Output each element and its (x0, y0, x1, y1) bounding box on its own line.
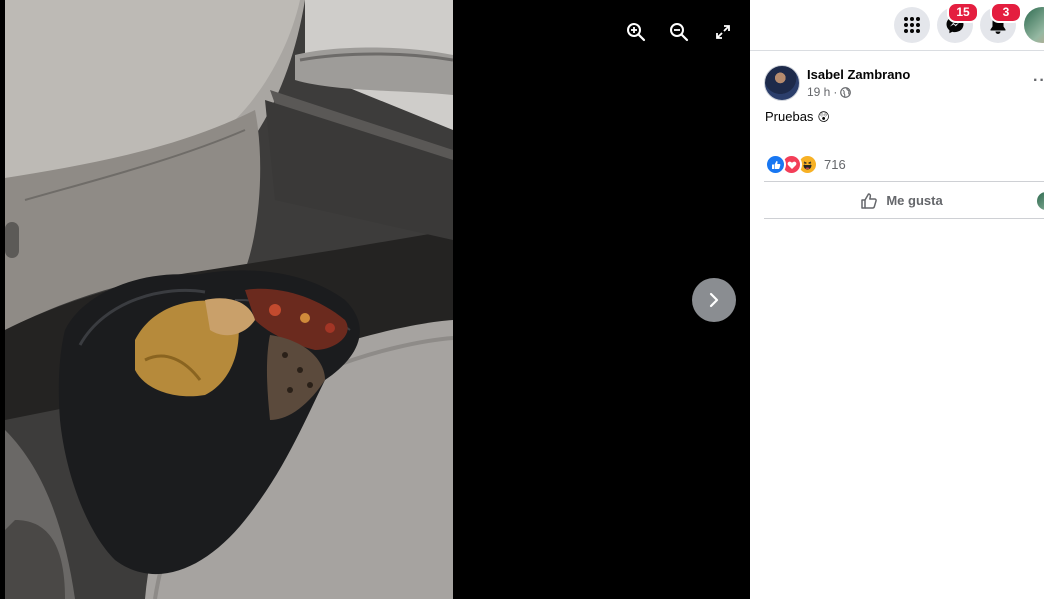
more-options-button[interactable]: ·· (1033, 72, 1044, 90)
post-text: Pruebas (765, 109, 814, 124)
next-photo-button[interactable] (692, 278, 736, 322)
post-time[interactable]: 19 h (807, 85, 830, 99)
like-label: Me gusta (886, 193, 943, 208)
account-avatar[interactable] (1024, 7, 1044, 43)
photo-image (5, 0, 453, 599)
zoom-out-icon (670, 23, 689, 42)
zoom-in-button[interactable] (622, 18, 650, 46)
post-meta: 19 h · (807, 85, 852, 99)
fullscreen-icon (716, 25, 730, 39)
like-button[interactable]: Me gusta (764, 184, 1039, 217)
author-avatar[interactable] (764, 65, 800, 101)
thumbs-up-icon (861, 192, 878, 209)
post-panel: 15 3 Isabel Zambrano 19 h · ·· Pruebas 😲 (750, 0, 1044, 599)
fullscreen-button[interactable] (709, 18, 737, 46)
post-body: Pruebas 😲 (765, 109, 830, 124)
reactions-summary[interactable]: 716 (765, 154, 846, 175)
meta-separator: · (833, 85, 838, 99)
zoom-in-icon (627, 23, 646, 42)
chevron-right-icon (709, 292, 719, 308)
photo-viewer (0, 0, 750, 599)
actions-divider-top (764, 181, 1044, 182)
globe-icon[interactable] (840, 86, 852, 98)
zoom-out-button[interactable] (665, 18, 693, 46)
post-photo[interactable] (5, 0, 453, 599)
grid-menu-icon (904, 17, 920, 33)
author-name[interactable]: Isabel Zambrano (807, 67, 910, 82)
notifications-badge: 3 (990, 2, 1022, 23)
menu-button[interactable] (894, 7, 930, 43)
like-reaction-icon (765, 154, 786, 175)
top-bar: 15 3 (750, 0, 1044, 51)
notifications-button[interactable]: 3 (980, 2, 1022, 43)
emoji-astonished: 😲 (817, 109, 830, 124)
messenger-button[interactable]: 15 (937, 2, 979, 43)
reaction-count: 716 (824, 157, 846, 172)
messenger-badge: 15 (947, 2, 979, 23)
actions-divider-bottom (764, 218, 1044, 219)
